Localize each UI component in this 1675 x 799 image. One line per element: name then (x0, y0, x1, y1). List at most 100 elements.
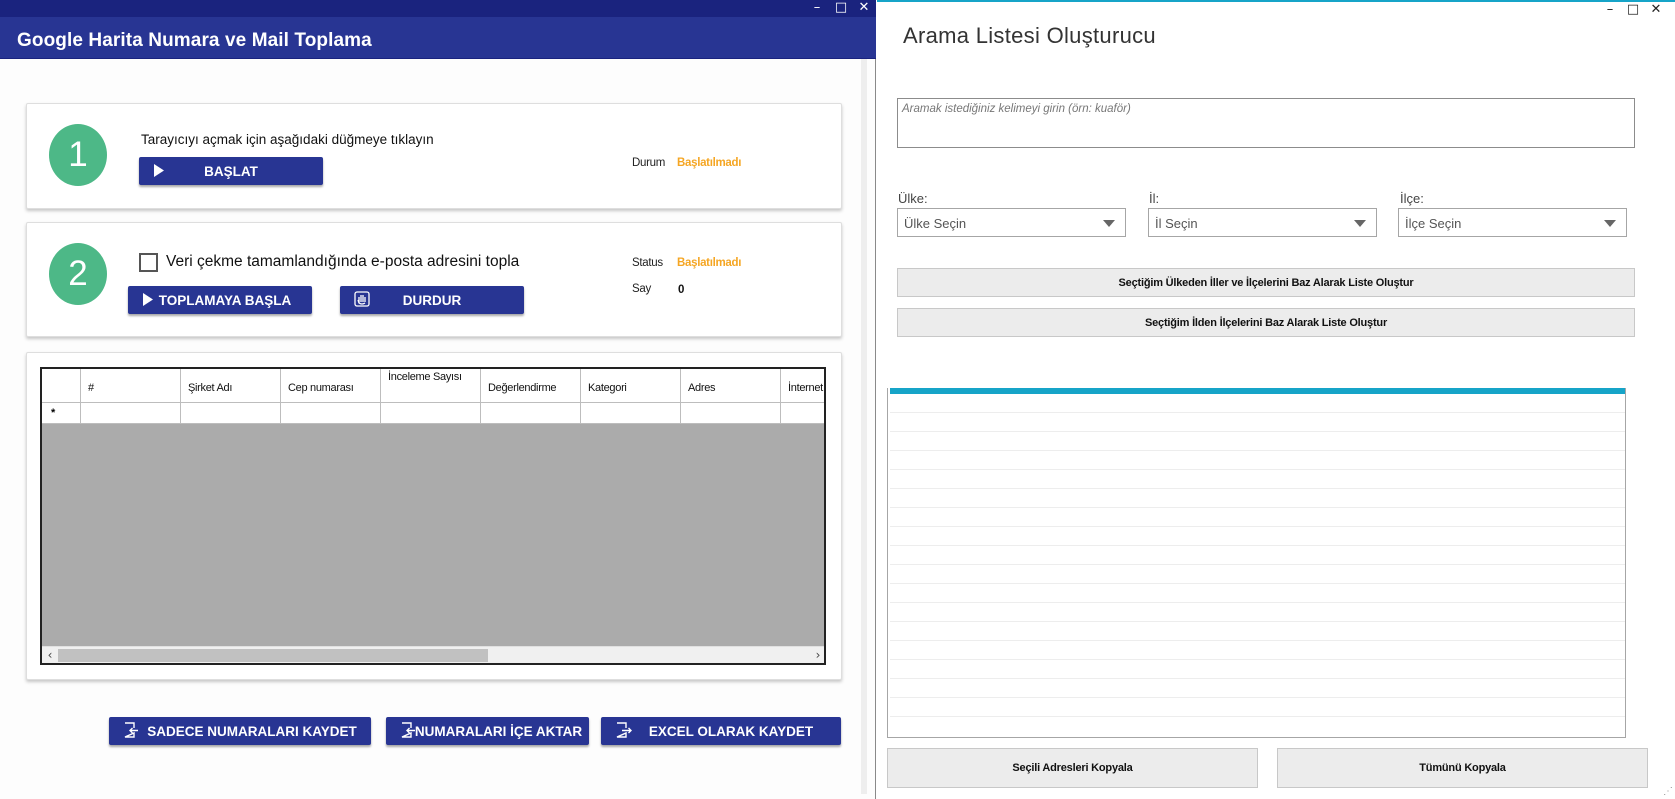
import-numbers-label: NUMARALARI İÇE AKTAR (414, 723, 583, 739)
step1-badge: 1 (49, 124, 107, 186)
import-icon (401, 722, 415, 738)
hand-stop-icon (354, 291, 370, 307)
save-excel-label: EXCEL OLARAK KAYDET (648, 723, 814, 739)
list-row-line (890, 640, 1625, 641)
column-header[interactable]: Şirket Adı (181, 369, 281, 403)
address-list[interactable] (887, 388, 1626, 738)
maximize-button[interactable]: □ (830, 0, 852, 17)
list-row-line (890, 450, 1625, 451)
list-row-line (890, 697, 1625, 698)
new-row-marker: * (42, 403, 81, 424)
copy-selected-button[interactable]: Seçili Adresleri Kopyala (887, 748, 1258, 788)
status-value: Başlatılmadı (677, 257, 742, 269)
app-title: Google Harita Numara ve Mail Toplama (17, 30, 372, 51)
maximize-button[interactable]: □ (1622, 2, 1644, 19)
grid-cell[interactable] (181, 403, 281, 424)
column-header[interactable]: Cep numarası (281, 369, 381, 403)
column-header[interactable]: Değerlendirme (481, 369, 581, 403)
step2-badge: 2 (49, 243, 107, 305)
chevron-down-icon (1604, 220, 1616, 227)
grid-cell[interactable] (781, 403, 824, 424)
column-header[interactable]: İnceleme Sayısı (381, 369, 481, 403)
save-numbers-button[interactable]: SADECE NUMARALARI KAYDET (109, 717, 371, 745)
list-row-line (890, 716, 1625, 717)
vertical-scrollbar[interactable] (861, 59, 867, 794)
column-header[interactable]: Kategori (581, 369, 681, 403)
copy-all-button[interactable]: Tümünü Kopyala (1277, 748, 1648, 788)
list-row-line (890, 431, 1625, 432)
results-grid[interactable]: # Şirket Adı Cep numarası İnceleme Sayıs… (40, 367, 826, 665)
count-label: Say (632, 283, 651, 295)
email-collect-checkbox[interactable] (139, 253, 158, 272)
play-icon (154, 164, 164, 177)
list-row-line (890, 659, 1625, 660)
table-row[interactable]: * (42, 403, 824, 424)
app-header: Google Harita Numara ve Mail Toplama (0, 17, 876, 59)
country-select[interactable]: Ülke Seçin (897, 208, 1126, 237)
collect-button-label: TOPLAMAYA BAŞLA (158, 292, 292, 308)
status-label: Durum (632, 157, 666, 169)
country-list-button[interactable]: Seçtiğim Ülkeden İller ve İlçelerini Baz… (897, 268, 1635, 297)
column-header[interactable]: Adres (681, 369, 781, 403)
window-title: Arama Listesi Oluşturucu (903, 23, 1156, 48)
grid-cell[interactable] (681, 403, 781, 424)
column-header[interactable]: İnternet (781, 369, 824, 403)
district-label: İlçe: (1400, 191, 1424, 206)
title-bar: – □ ✕ (0, 0, 876, 17)
list-row-line (890, 583, 1625, 584)
collect-button[interactable]: TOPLAMAYA BAŞLA (128, 286, 312, 314)
scrollbar-thumb[interactable] (58, 649, 488, 662)
count-value: 0 (678, 284, 685, 296)
search-placeholder: Aramak istediğiniz kelimeyi girin (örn: … (902, 103, 1131, 115)
main-window: – □ ✕ Google Harita Numara ve Mail Topla… (0, 0, 876, 799)
province-select[interactable]: İl Seçin (1148, 208, 1377, 237)
minimize-button[interactable]: – (806, 0, 828, 17)
step1-instruction: Tarayıcıyı açmak için aşağıdaki düğmeye … (141, 132, 434, 147)
grid-cell[interactable] (81, 403, 181, 424)
save-numbers-label: SADECE NUMARALARI KAYDET (147, 723, 357, 739)
district-select[interactable]: İlçe Seçin (1398, 208, 1627, 237)
list-row-line (890, 678, 1625, 679)
start-button-label: BAŞLAT (204, 163, 258, 179)
grid-cell[interactable] (581, 403, 681, 424)
list-row-line (890, 469, 1625, 470)
import-numbers-button[interactable]: NUMARALARI İÇE AKTAR (386, 717, 589, 745)
search-input[interactable]: Aramak istediğiniz kelimeyi girin (örn: … (897, 98, 1635, 148)
list-row-line (890, 507, 1625, 508)
results-card: # Şirket Adı Cep numarası İnceleme Sayıs… (26, 352, 842, 680)
stop-button[interactable]: DURDUR (340, 286, 524, 314)
close-button[interactable]: ✕ (1645, 2, 1667, 19)
save-excel-button[interactable]: EXCEL OLARAK KAYDET (601, 717, 841, 745)
list-row-line (890, 602, 1625, 603)
grid-cell[interactable] (281, 403, 381, 424)
province-list-button[interactable]: Seçtiğim İlden İlçelerini Baz Alarak Lis… (897, 308, 1635, 337)
grid-header: # Şirket Adı Cep numarası İnceleme Sayıs… (42, 369, 824, 403)
scroll-right-icon[interactable]: › (810, 647, 824, 663)
list-builder-window: – □ ✕ Arama Listesi Oluşturucu Aramak is… (877, 0, 1675, 799)
horizontal-scrollbar[interactable]: ‹ › (42, 646, 824, 663)
chevron-down-icon (1103, 220, 1115, 227)
chevron-down-icon (1354, 220, 1366, 227)
minimize-button[interactable]: – (1599, 2, 1621, 19)
status-label: Status (632, 257, 663, 269)
grid-cell[interactable] (481, 403, 581, 424)
close-button[interactable]: ✕ (853, 0, 875, 17)
list-row-line (890, 526, 1625, 527)
column-header[interactable]: # (81, 369, 181, 403)
list-row-line (890, 488, 1625, 489)
province-label: İl: (1149, 191, 1160, 206)
excel-export-icon (616, 722, 632, 738)
step1-card: 1 Tarayıcıyı açmak için aşağıdaki düğmey… (26, 103, 842, 209)
stop-button-label: DURDUR (402, 292, 462, 308)
start-button[interactable]: BAŞLAT (139, 157, 323, 185)
play-icon (143, 293, 153, 306)
country-label: Ülke: (898, 191, 928, 206)
progress-bar (890, 388, 1625, 394)
resize-grip-icon[interactable]: ⋰ (1663, 786, 1673, 797)
district-value: İlçe Seçin (1405, 216, 1462, 231)
row-header-corner (42, 369, 81, 403)
email-collect-label: Veri çekme tamamlandığında e-posta adres… (166, 253, 520, 270)
scroll-left-icon[interactable]: ‹ (42, 647, 58, 663)
step2-card: 2 Veri çekme tamamlandığında e-posta adr… (26, 222, 842, 337)
grid-cell[interactable] (381, 403, 481, 424)
